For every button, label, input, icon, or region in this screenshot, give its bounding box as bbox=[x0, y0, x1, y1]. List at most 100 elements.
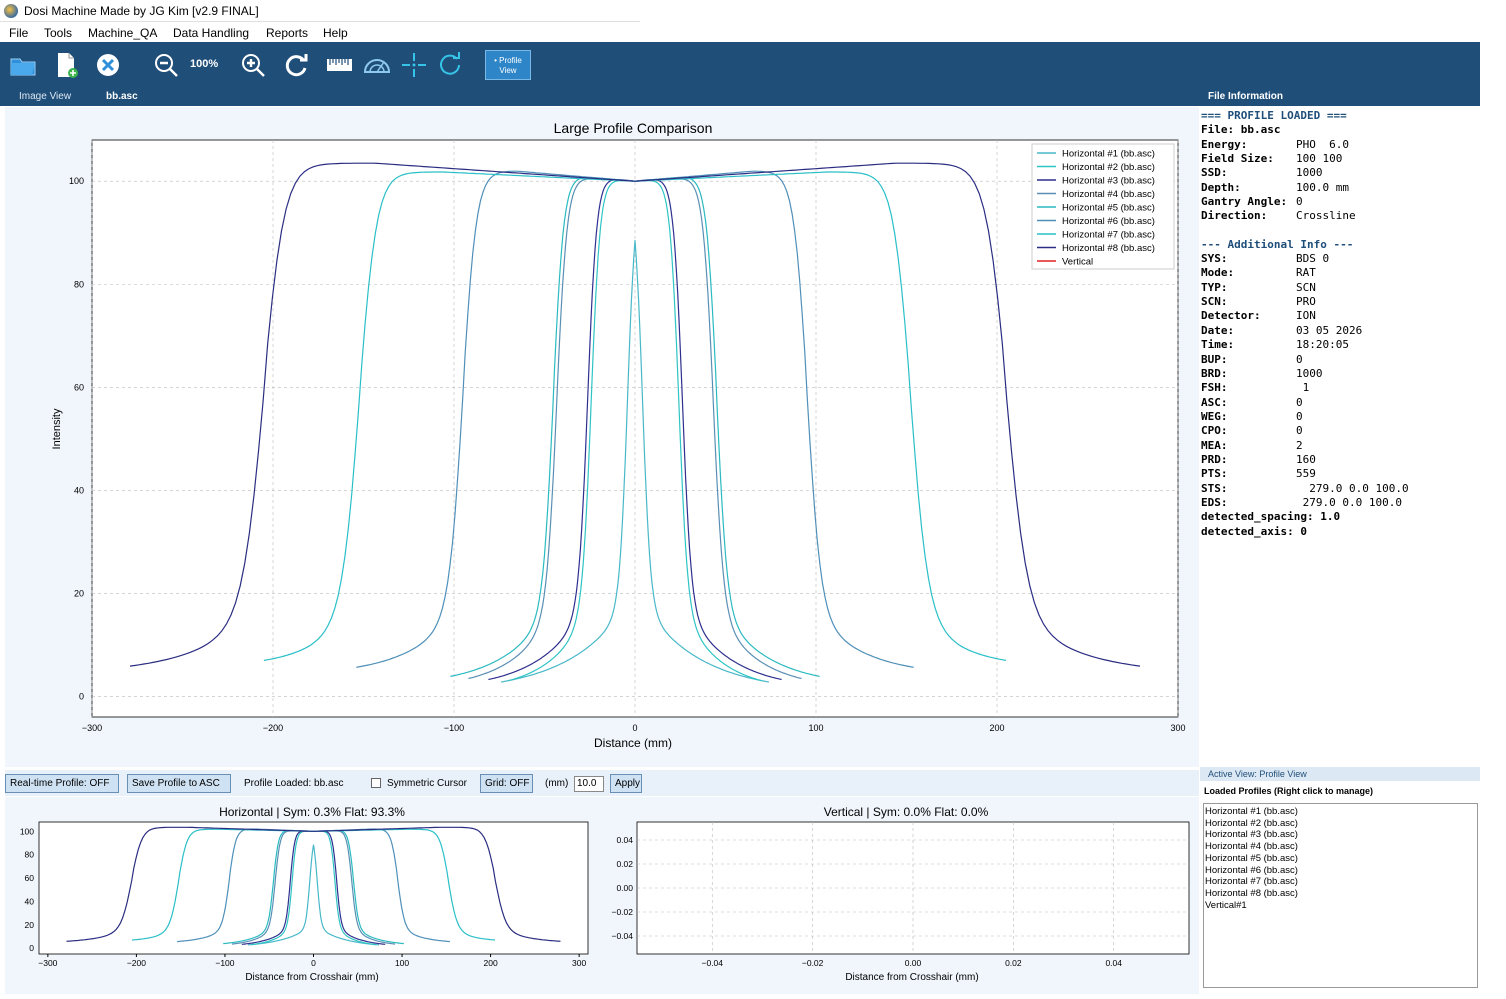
info-key: PTS: bbox=[1201, 467, 1228, 481]
refresh-icon[interactable] bbox=[279, 48, 313, 82]
info-row: PRD: 160 bbox=[1201, 453, 1480, 467]
main-y-tick-label: 40 bbox=[74, 485, 84, 495]
info-value: SCN bbox=[1296, 280, 1316, 294]
list-item[interactable]: Horizontal #4 (bb.asc) bbox=[1205, 841, 1477, 853]
zoom-in-icon[interactable] bbox=[236, 48, 270, 82]
h-x-tick-label: 0 bbox=[311, 958, 316, 968]
main-x-tick-label: −100 bbox=[444, 723, 464, 733]
main-y-axis-label: Intensity bbox=[51, 408, 63, 449]
realtime-profile-button[interactable]: Real-time Profile: OFF bbox=[5, 774, 119, 793]
main-y-tick-label: 100 bbox=[69, 176, 84, 186]
horizontal-plot-frame[interactable] bbox=[38, 821, 589, 955]
info-value: 0 bbox=[1296, 395, 1303, 409]
v-x-tick-label: −0.02 bbox=[802, 958, 824, 968]
h-y-tick-label: 40 bbox=[25, 896, 35, 906]
info-value: 559 bbox=[1296, 467, 1316, 481]
info-key: Time: bbox=[1201, 338, 1235, 352]
v-y-tick-label: 0.04 bbox=[616, 835, 633, 845]
info-key: Date: bbox=[1201, 323, 1235, 337]
grid-toggle-button[interactable]: Grid: OFF bbox=[480, 774, 533, 793]
list-item[interactable]: Vertical#1 bbox=[1205, 900, 1477, 912]
menu-file[interactable]: File bbox=[9, 26, 28, 40]
menu-reports[interactable]: Reports bbox=[266, 26, 308, 40]
v-x-tick-label: 0.00 bbox=[905, 958, 922, 968]
legend-entry: Horizontal #2 (bb.asc) bbox=[1062, 162, 1155, 173]
main-chart-title: Large Profile Comparison bbox=[554, 120, 713, 136]
info-key: FSH: bbox=[1201, 381, 1228, 395]
info-value: 160 bbox=[1296, 452, 1316, 466]
h-y-tick-label: 100 bbox=[20, 826, 34, 836]
crosshair-icon[interactable] bbox=[397, 48, 431, 82]
info-key: EDS: bbox=[1201, 495, 1228, 509]
profile-comparison-chart[interactable]: Large Profile Comparison −300 −200 −100 0 10… bbox=[5, 107, 1199, 767]
info-key: PRD: bbox=[1201, 452, 1228, 466]
v-x-tick-label: 0.04 bbox=[1105, 958, 1122, 968]
zoom-level-label[interactable]: 100% bbox=[190, 58, 218, 70]
list-item[interactable]: Horizontal #1 (bb.asc) bbox=[1205, 806, 1477, 818]
menu-machine-qa[interactable]: Machine_QA bbox=[88, 26, 157, 40]
info-row: MEA: 2 bbox=[1201, 439, 1480, 453]
protractor-icon[interactable] bbox=[360, 48, 394, 82]
main-x-tick-label: −200 bbox=[263, 723, 283, 733]
info-row: Detector: ION bbox=[1201, 309, 1480, 323]
info-value: 0 bbox=[1296, 409, 1303, 423]
list-item[interactable]: Horizontal #6 (bb.asc) bbox=[1205, 865, 1477, 877]
rotate-icon[interactable] bbox=[433, 48, 467, 82]
file-info-header: File Information bbox=[1200, 88, 1480, 106]
list-item[interactable]: Horizontal #2 (bb.asc) bbox=[1205, 818, 1477, 830]
menu-help[interactable]: Help bbox=[323, 26, 348, 40]
legend-entry: Horizontal #1 (bb.asc) bbox=[1062, 149, 1155, 160]
info-value: ION bbox=[1296, 309, 1316, 323]
h-x-tick-label: −100 bbox=[215, 958, 234, 968]
info-row: EDS: 279.0 0.0 100.0 bbox=[1201, 496, 1480, 510]
subplot-charts[interactable]: Horizontal | Sym: 0.3% Flat: 93.3% Dista… bbox=[5, 797, 1199, 994]
info-key: STS: bbox=[1201, 481, 1228, 495]
main-x-tick-label: 0 bbox=[632, 723, 637, 733]
loaded-profiles-list[interactable]: Horizontal #1 (bb.asc) Horizontal #2 (bb… bbox=[1203, 803, 1478, 988]
mm-input[interactable]: 10.0 bbox=[574, 776, 604, 792]
h-x-tick-label: 200 bbox=[484, 958, 498, 968]
menu-data-handling[interactable]: Data Handling bbox=[173, 26, 249, 40]
profile-loaded-label: Profile Loaded: bb.asc bbox=[244, 778, 344, 789]
list-item[interactable]: Horizontal #7 (bb.asc) bbox=[1205, 876, 1477, 888]
info-value: 100.0 mm bbox=[1296, 180, 1349, 194]
info-row: Energy: PHO 6.0 bbox=[1201, 138, 1480, 152]
tab-file[interactable]: bb.asc bbox=[106, 91, 138, 102]
main-plot-area[interactable]: Large Profile Comparison −300 −200 −100 0 10… bbox=[5, 107, 1199, 767]
profile-view-button[interactable]: • Profile View bbox=[485, 50, 531, 80]
close-icon[interactable] bbox=[91, 48, 125, 82]
info-key: BUP: bbox=[1201, 352, 1228, 366]
file-info-panel: === PROFILE LOADED === File: bb.asc Ener… bbox=[1200, 107, 1480, 767]
v-y-tick-label: 0.02 bbox=[616, 859, 633, 869]
menu-bar: File Tools Machine_QA Data Handling Repo… bbox=[0, 22, 1480, 42]
horizontal-chart-title: Horizontal | Sym: 0.3% Flat: 93.3% bbox=[219, 805, 405, 819]
v-y-tick-label: −0.02 bbox=[611, 907, 633, 917]
info-value: PRO bbox=[1296, 295, 1316, 309]
info-row: SSD: 1000 bbox=[1201, 166, 1480, 180]
h-y-tick-label: 80 bbox=[25, 850, 35, 860]
info-value: 0 bbox=[1296, 424, 1303, 438]
h-x-tick-label: −300 bbox=[38, 958, 57, 968]
window-title: Dosi Machine Made by JG Kim [v2.9 FINAL] bbox=[24, 4, 259, 18]
horizontal-x-axis-label: Distance from Crosshair (mm) bbox=[245, 972, 378, 983]
loaded-profiles-header: Loaded Profiles (Right click to manage) bbox=[1204, 786, 1374, 796]
save-profile-button[interactable]: Save Profile to ASC bbox=[127, 774, 231, 793]
ruler-icon[interactable] bbox=[322, 48, 356, 82]
new-file-icon[interactable] bbox=[49, 48, 83, 82]
list-item[interactable]: Horizontal #5 (bb.asc) bbox=[1205, 853, 1477, 865]
open-folder-icon[interactable] bbox=[6, 48, 40, 82]
zoom-out-icon[interactable] bbox=[149, 48, 183, 82]
apply-button[interactable]: Apply bbox=[610, 774, 642, 793]
v-y-tick-label: −0.04 bbox=[611, 931, 633, 941]
tab-image-view[interactable]: Image View bbox=[19, 91, 71, 102]
app-icon bbox=[4, 4, 18, 18]
main-x-tick-label: 300 bbox=[1170, 723, 1185, 733]
file-row: File: bb.asc bbox=[1201, 123, 1281, 137]
list-item[interactable]: Horizontal #8 (bb.asc) bbox=[1205, 888, 1477, 900]
info-row: SYS: BDS 0 bbox=[1201, 252, 1480, 266]
info-key: Depth: bbox=[1201, 180, 1241, 194]
menu-tools[interactable]: Tools bbox=[44, 26, 72, 40]
symmetric-cursor-checkbox[interactable] bbox=[371, 778, 381, 788]
list-item[interactable]: Horizontal #3 (bb.asc) bbox=[1205, 829, 1477, 841]
info-key: CPO: bbox=[1201, 424, 1228, 438]
